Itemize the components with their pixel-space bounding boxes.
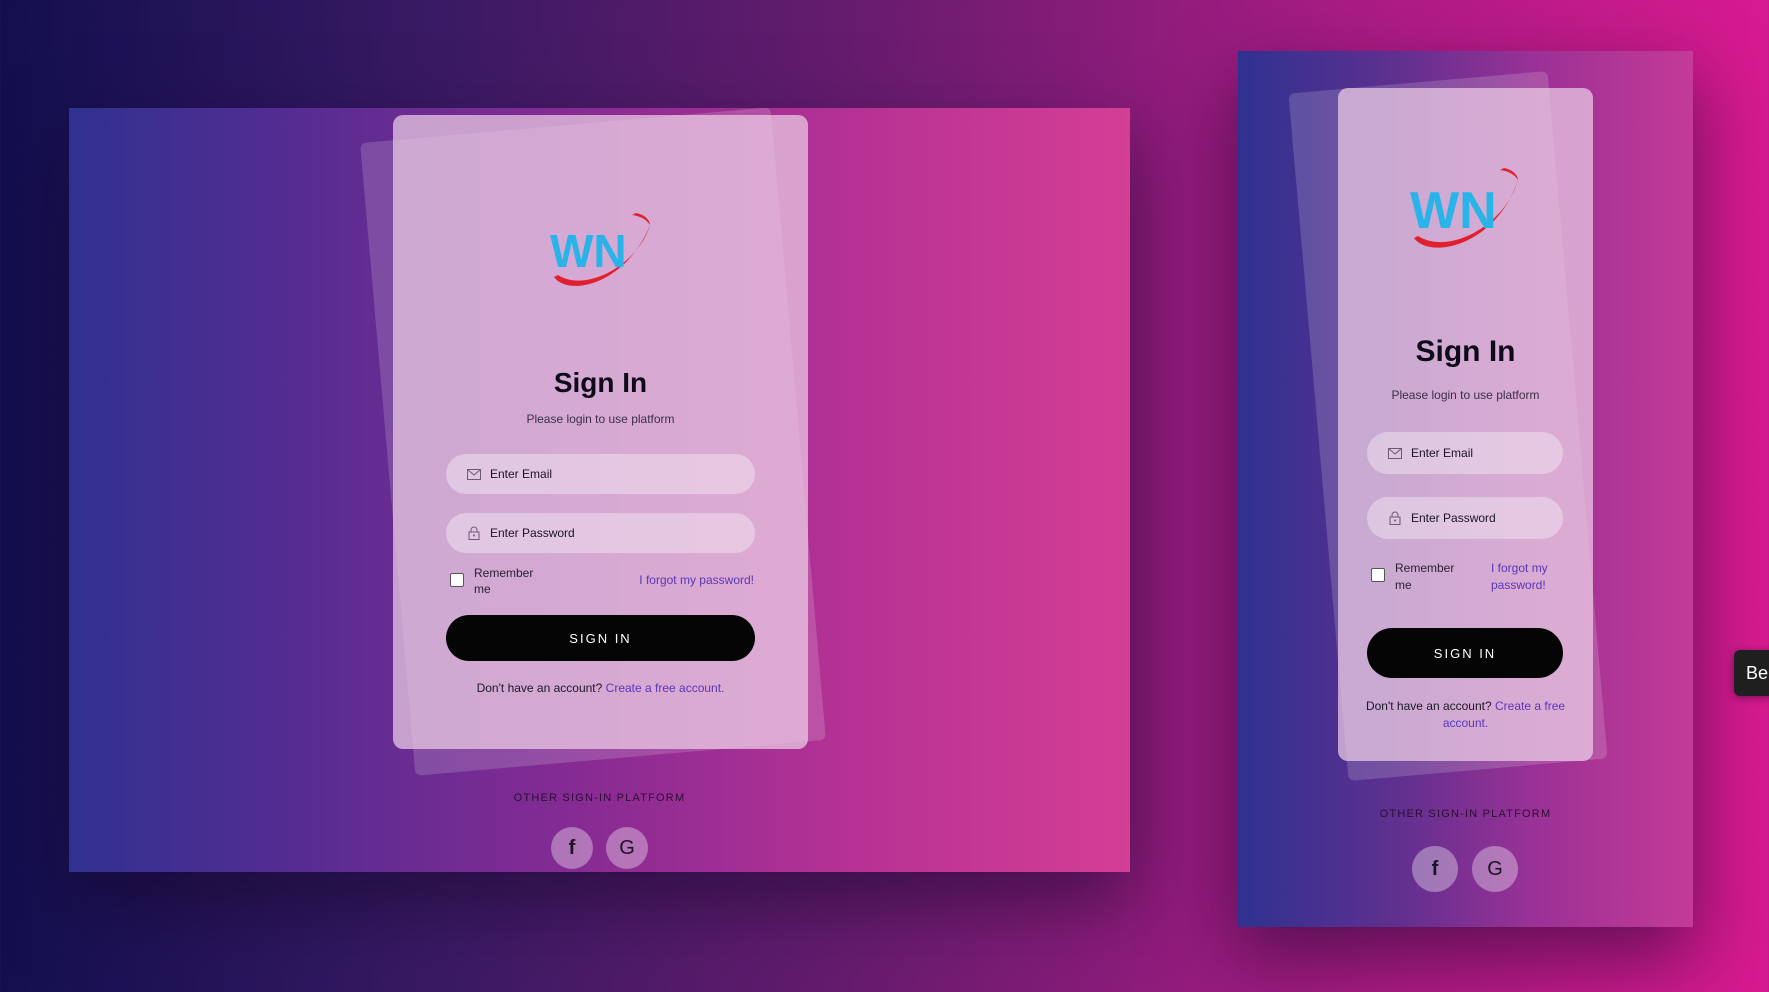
- mobile-preview: WN Sign In Please login to use platform …: [1238, 51, 1693, 927]
- mail-icon: [1387, 445, 1403, 461]
- google-icon: G: [1487, 857, 1503, 880]
- page-subtitle: Please login to use platform: [526, 412, 675, 426]
- remember-me: Remember me: [450, 565, 544, 597]
- other-platform-label: OTHER SIGN-IN PLATFORM: [513, 792, 686, 804]
- remember-checkbox[interactable]: [1371, 568, 1385, 582]
- signin-card: WN Sign In Please login to use platform …: [393, 115, 808, 749]
- signin-button[interactable]: SIGN IN: [1367, 628, 1563, 678]
- facebook-icon: f: [568, 836, 576, 859]
- lock-icon: [466, 525, 482, 541]
- page-title: Sign In: [553, 367, 648, 398]
- remember-label: Remember me: [474, 566, 534, 596]
- logo-text: WN: [550, 225, 627, 277]
- account-prompt-text: Don't have an account?: [1365, 699, 1492, 713]
- password-field[interactable]: Enter Password: [1367, 497, 1563, 539]
- logo-text: WN: [1410, 182, 1497, 240]
- password-placeholder: Enter Password: [1411, 511, 1496, 525]
- forgot-password-link[interactable]: I forgot my password!: [639, 573, 754, 587]
- forgot-password-link[interactable]: I forgot my password!: [1491, 560, 1561, 594]
- wn-logo: WN: [546, 205, 656, 295]
- account-prompt: Don't have an account? Create a free acc…: [1338, 698, 1593, 732]
- account-prompt: Don't have an account? Create a free acc…: [393, 681, 808, 695]
- create-account-link[interactable]: Create a free account.: [606, 681, 725, 695]
- facebook-button[interactable]: f: [1412, 846, 1458, 892]
- signin-card: WN Sign In Please login to use platform …: [1338, 88, 1593, 761]
- options-row: Remember me I forgot my password!: [1371, 560, 1561, 594]
- edge-tooltip: Ber: [1734, 650, 1769, 696]
- remember-checkbox[interactable]: [450, 573, 464, 587]
- wn-logo: WN: [1406, 158, 1526, 258]
- desktop-preview: WN Sign In Please login to use platform …: [69, 108, 1130, 872]
- page-title: Sign In: [1415, 335, 1516, 368]
- email-placeholder: Enter Email: [490, 467, 553, 481]
- google-icon: G: [619, 836, 635, 859]
- mail-icon: [466, 466, 482, 482]
- signin-button[interactable]: SIGN IN: [446, 615, 755, 661]
- options-row: Remember me I forgot my password!: [450, 565, 754, 597]
- email-field[interactable]: Enter Email: [446, 454, 755, 494]
- lock-icon: [1387, 510, 1403, 526]
- remember-label: Remember me: [1395, 561, 1455, 592]
- page-subtitle: Please login to use platform: [1391, 388, 1540, 402]
- password-placeholder: Enter Password: [490, 526, 575, 540]
- remember-me: Remember me: [1371, 560, 1467, 594]
- other-platform-label: OTHER SIGN-IN PLATFORM: [1379, 808, 1552, 820]
- email-field[interactable]: Enter Email: [1367, 432, 1563, 474]
- google-button[interactable]: G: [606, 827, 648, 869]
- email-placeholder: Enter Email: [1411, 446, 1474, 460]
- facebook-button[interactable]: f: [551, 827, 593, 869]
- password-field[interactable]: Enter Password: [446, 513, 755, 553]
- google-button[interactable]: G: [1472, 846, 1518, 892]
- facebook-icon: f: [1431, 857, 1439, 880]
- account-prompt-text: Don't have an account?: [476, 681, 603, 695]
